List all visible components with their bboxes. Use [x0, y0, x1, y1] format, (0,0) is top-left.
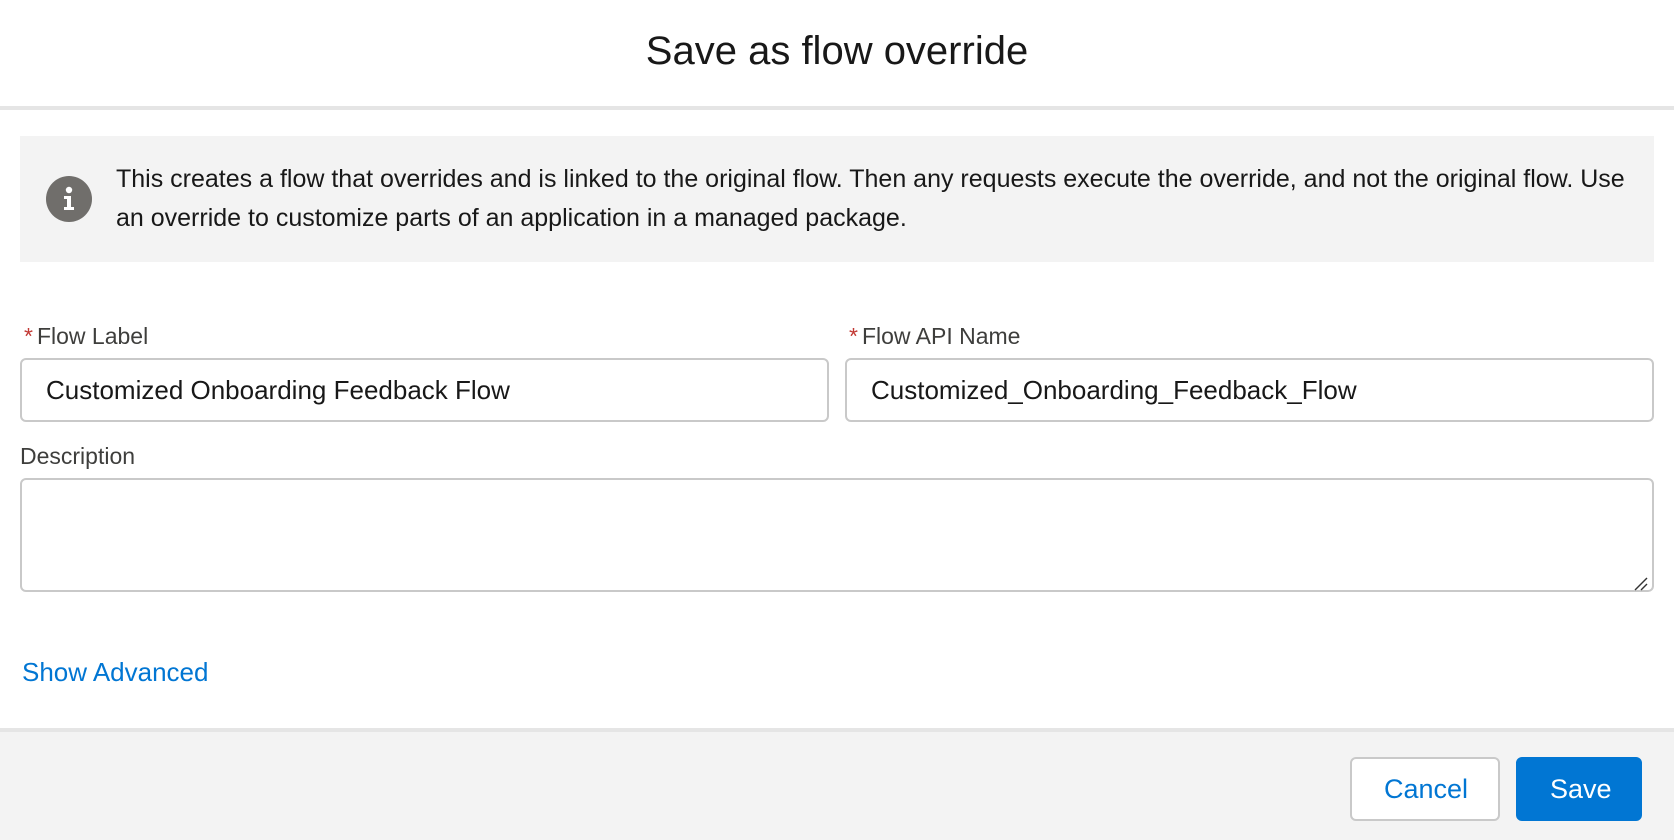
modal-footer: Cancel Save: [0, 728, 1674, 840]
required-indicator: *: [24, 322, 33, 349]
flow-label-label: * Flow Label: [20, 322, 829, 350]
modal-title: Save as flow override: [645, 28, 1029, 73]
flow-api-name-label: * Flow API Name: [845, 322, 1654, 350]
modal-body: This creates a flow that overrides and i…: [0, 110, 1674, 688]
description-label: Description: [20, 442, 1654, 470]
flow-label-field: * Flow Label: [20, 322, 829, 422]
cancel-button[interactable]: Cancel: [1350, 757, 1500, 821]
flow-label-input[interactable]: [20, 358, 829, 422]
description-textarea-wrap: [20, 478, 1654, 597]
flow-api-name-input[interactable]: [845, 358, 1654, 422]
modal-header: Save as flow override: [0, 0, 1674, 110]
info-notification: This creates a flow that overrides and i…: [20, 136, 1654, 262]
show-advanced-link[interactable]: Show Advanced: [22, 657, 208, 688]
save-button[interactable]: Save: [1516, 757, 1642, 821]
required-indicator: *: [849, 322, 858, 349]
description-textarea[interactable]: [20, 478, 1654, 592]
info-icon: [46, 176, 92, 222]
resize-handle-icon[interactable]: [1632, 575, 1648, 591]
info-message: This creates a flow that overrides and i…: [116, 165, 1625, 232]
save-flow-override-modal: Save as flow override This creates a flo…: [0, 0, 1674, 840]
flow-label-label-text: Flow Label: [36, 322, 149, 349]
description-field: Description: [20, 442, 1654, 597]
flow-api-name-field: * Flow API Name: [845, 322, 1654, 422]
description-label-text: Description: [20, 442, 136, 469]
flow-api-name-label-text: Flow API Name: [861, 322, 1021, 349]
name-fields-row: * Flow Label * Flow API Name: [20, 322, 1654, 422]
